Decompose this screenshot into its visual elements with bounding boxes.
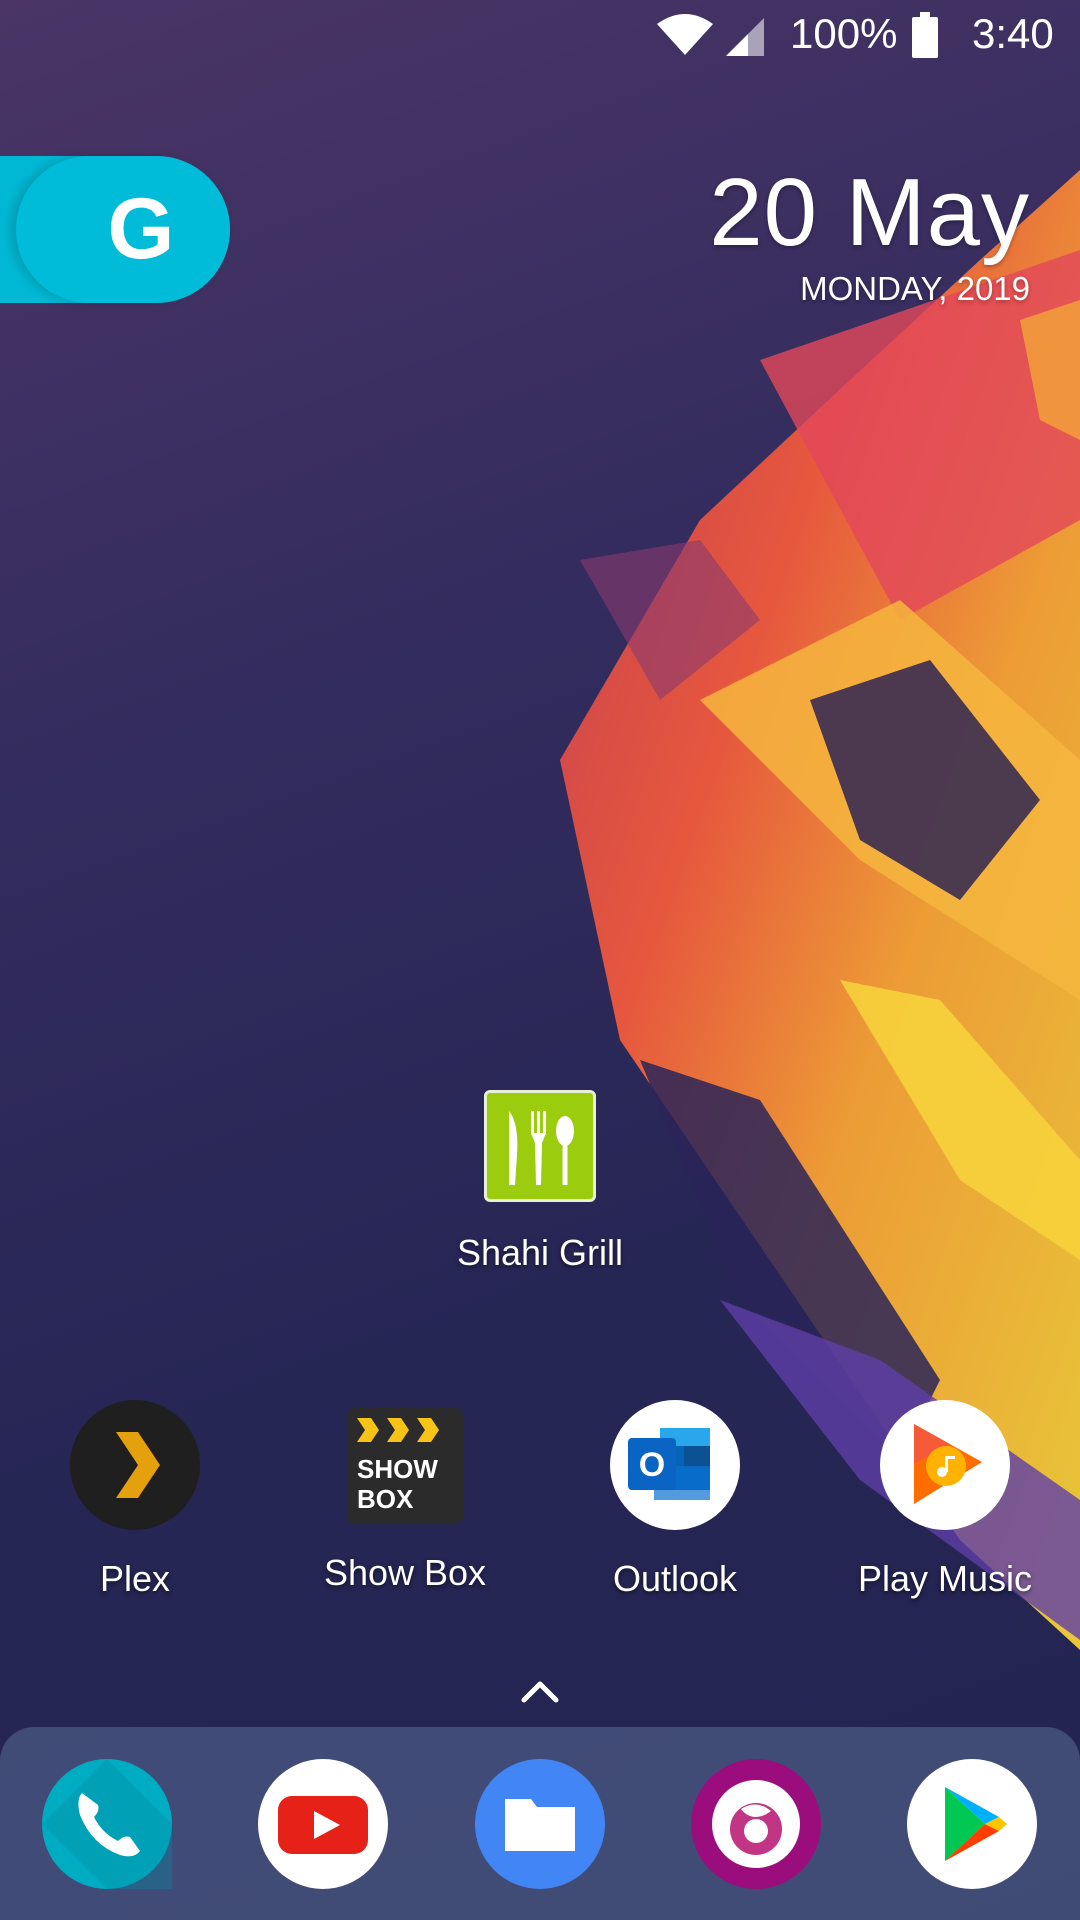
svg-text:BOX: BOX [357, 1484, 414, 1514]
play-store-icon[interactable] [907, 1759, 1037, 1889]
date-widget-date[interactable]: 20 May [709, 158, 1030, 268]
app-label: Show Box [323, 1552, 487, 1593]
home-screen: 100% 3:40 G 20 May MONDAY, 2019 Shahi Gr… [0, 0, 1080, 1920]
google-g-icon: G [107, 181, 175, 277]
utensils-icon [484, 1090, 596, 1202]
chevron-up-icon[interactable] [520, 1676, 560, 1706]
wifi-icon [657, 14, 713, 55]
phone-icon[interactable] [42, 1759, 172, 1889]
app-plex[interactable]: Plex [20, 1400, 250, 1600]
status-clock: 3:40 [972, 10, 1054, 57]
app-label: Plex [99, 1558, 171, 1599]
play-music-icon [880, 1400, 1010, 1530]
cell-signal-icon [726, 18, 764, 56]
files-icon[interactable] [475, 1759, 605, 1889]
outlook-icon: O [610, 1400, 740, 1530]
app-outlook[interactable]: O Outlook [560, 1400, 790, 1600]
battery-percent: 100% [790, 10, 898, 57]
google-search-pill[interactable]: G [16, 156, 230, 303]
date-widget-weekday[interactable]: MONDAY, 2019 [800, 270, 1030, 308]
youtube-icon[interactable] [258, 1759, 388, 1889]
battery-icon [912, 12, 938, 58]
app-shahi-grill[interactable]: Shahi Grill [440, 1090, 640, 1274]
svg-text:O: O [639, 1446, 665, 1484]
google-search-widget[interactable]: G [0, 156, 230, 303]
plex-chevron-icon [70, 1400, 200, 1530]
app-label: Play Music [857, 1558, 1033, 1599]
app-play-music[interactable]: Play Music [830, 1400, 1060, 1600]
firefox-focus-icon[interactable] [691, 1759, 821, 1889]
app-label: Shahi Grill [456, 1232, 624, 1273]
status-bar: 100% 3:40 [0, 0, 1080, 75]
showbox-icon: SHOW BOX [347, 1408, 463, 1524]
svg-text:SHOW: SHOW [357, 1454, 438, 1484]
app-show-box[interactable]: SHOW BOX Show Box [290, 1400, 520, 1594]
app-label: Outlook [612, 1558, 738, 1599]
